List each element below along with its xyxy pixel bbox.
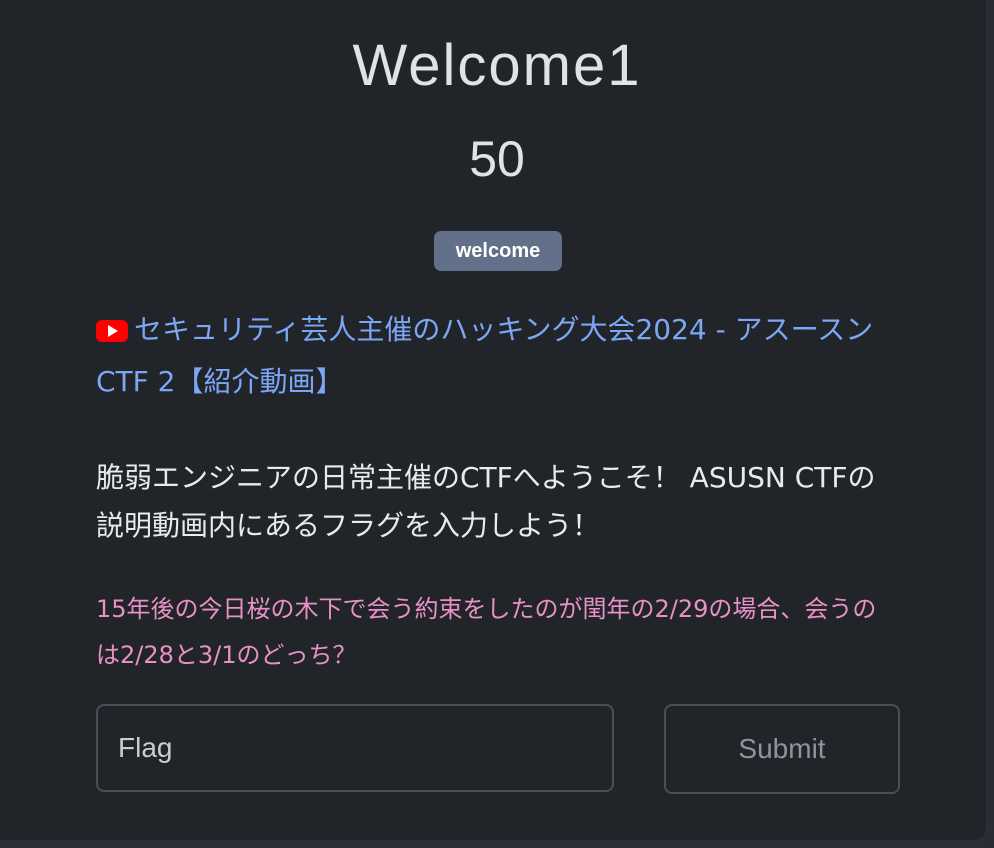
flag-input[interactable] bbox=[96, 704, 614, 792]
submit-button[interactable]: Submit bbox=[664, 704, 900, 794]
challenge-description: セキュリティ芸人主催のハッキング大会2024 - アスースンCTF 2【紹介動画… bbox=[96, 306, 896, 678]
description-hint: 15年後の今日桜の木下で会う約束をしたのが閏年の2/29の場合、会うのは2/28… bbox=[96, 595, 877, 669]
youtube-icon bbox=[96, 310, 128, 358]
video-link[interactable]: セキュリティ芸人主催のハッキング大会2024 - アスースンCTF 2【紹介動画… bbox=[96, 306, 896, 406]
challenge-modal: Welcome1 50 welcome セキュリティ芸人主催のハッキング大会20… bbox=[0, 0, 986, 840]
challenge-points: 50 bbox=[469, 131, 525, 187]
challenge-tag: welcome bbox=[434, 231, 562, 271]
video-link-text: セキュリティ芸人主催のハッキング大会2024 - アスースンCTF 2【紹介動画… bbox=[96, 313, 874, 398]
description-intro: 脆弱エンジニアの日常主催のCTFへようこそ！ ASUSN CTFの説明動画内にあ… bbox=[96, 461, 876, 542]
challenge-title: Welcome1 bbox=[352, 33, 642, 98]
